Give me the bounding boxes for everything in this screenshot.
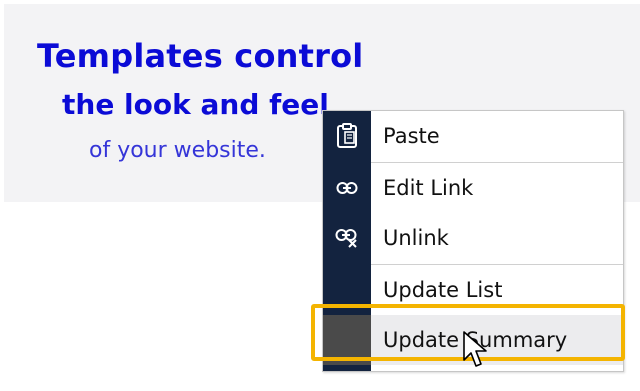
menu-item-edit-link[interactable]: Edit Link bbox=[323, 163, 623, 213]
menu-item-icon-slot bbox=[323, 315, 371, 365]
screenshot-stage: Templates control the look and feel of y… bbox=[0, 0, 640, 391]
hero-subheading: the look and feel bbox=[62, 88, 329, 121]
menu-item-label: Paste bbox=[383, 124, 440, 148]
context-menu: Paste Edit Link Unlink Update List Updat… bbox=[322, 110, 624, 372]
menu-item-update-summary[interactable]: Update Summary bbox=[323, 315, 623, 365]
unlink-icon bbox=[323, 213, 371, 263]
menu-item-label: Unlink bbox=[383, 226, 449, 250]
link-icon bbox=[323, 163, 371, 213]
menu-item-unlink[interactable]: Unlink bbox=[323, 213, 623, 263]
hero-tagline: of your website. bbox=[89, 138, 266, 163]
paste-icon bbox=[323, 111, 371, 161]
menu-item-label: Update Summary bbox=[383, 328, 568, 352]
menu-item-paste[interactable]: Paste bbox=[323, 111, 623, 161]
hero-heading: Templates control bbox=[37, 37, 364, 75]
menu-item-label: Update List bbox=[383, 278, 503, 302]
menu-item-update-list[interactable]: Update List bbox=[323, 265, 623, 315]
menu-item-label: Edit Link bbox=[383, 176, 474, 200]
menu-item-icon-slot bbox=[323, 265, 371, 315]
